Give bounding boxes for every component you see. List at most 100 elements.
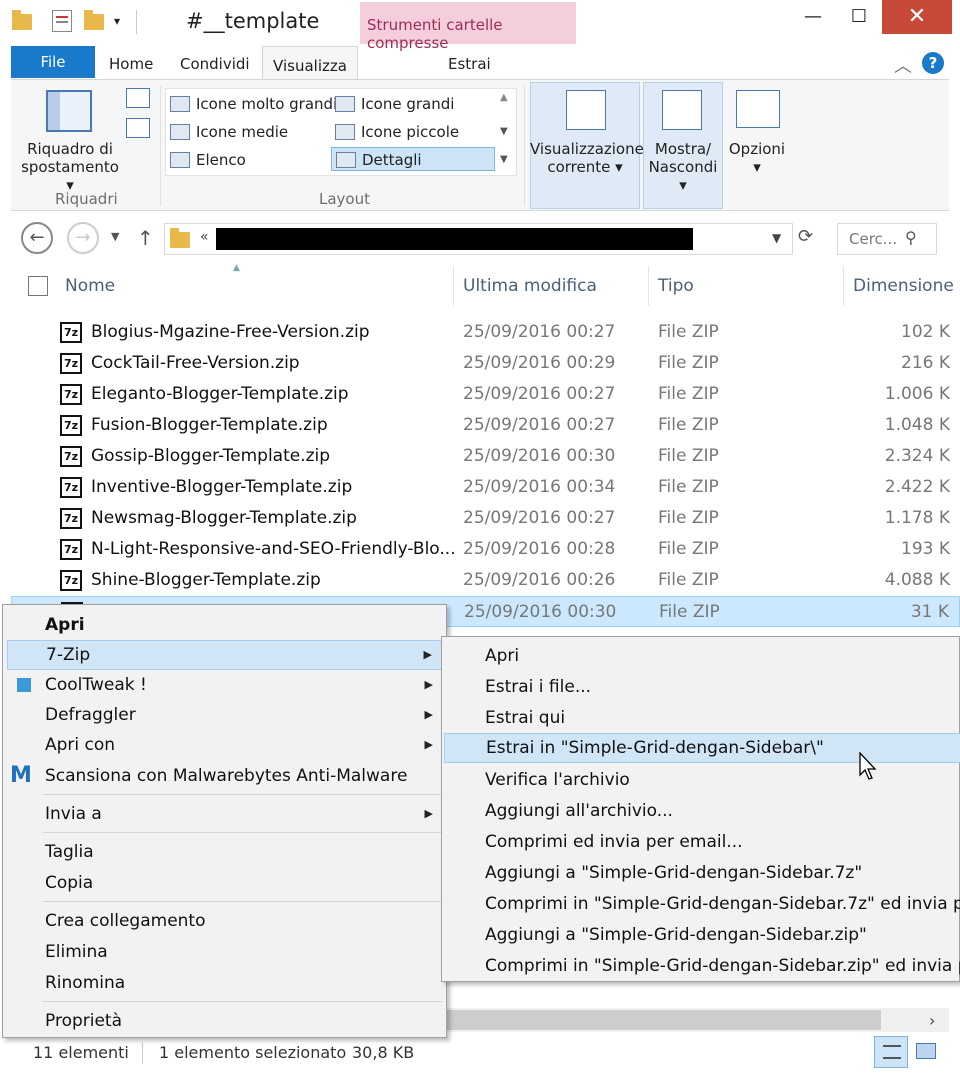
collapse-ribbon-icon[interactable]: ︿ (894, 52, 912, 78)
submenu-extract-files[interactable]: Estrai i file... (444, 672, 960, 702)
select-all-checkbox[interactable] (28, 276, 48, 296)
column-type[interactable]: Tipo (658, 276, 694, 296)
address-dropdown-icon[interactable]: ▼ (772, 231, 781, 245)
menu-item-defraggler[interactable]: Defraggler ▶ (7, 700, 443, 730)
menu-item-copy[interactable]: Copia (7, 868, 443, 898)
layout-details[interactable]: Dettagli (331, 147, 495, 171)
submenu-add-to-7z[interactable]: Aggiungi a "Simple-Grid-dengan-Sidebar.7… (444, 858, 960, 888)
file-row[interactable]: 7z Shine-Blogger-Template.zip 25/09/2016 0… (11, 565, 960, 596)
menu-item-malwarebytes[interactable]: M Scansiona con Malwarebytes Anti-Malwar… (7, 761, 443, 791)
group-panes-label: Riquadri (55, 190, 118, 208)
preview-pane-icon[interactable] (126, 88, 150, 108)
column-divider[interactable] (843, 266, 844, 306)
submenu-arrow-icon: ▶ (424, 807, 433, 820)
medium-icons-icon (170, 124, 190, 140)
submenu-add-to-zip[interactable]: Aggiungi a "Simple-Grid-dengan-Sidebar.z… (444, 920, 960, 950)
scroll-right-icon[interactable]: › (929, 1011, 935, 1030)
navigation-pane-icon[interactable] (46, 90, 92, 132)
tab-file[interactable]: File (11, 46, 95, 78)
menu-item-open-with[interactable]: Apri con ▶ (7, 730, 443, 760)
selected-count: 1 elemento selezionato (159, 1043, 347, 1062)
layout-small-icons[interactable]: Icone piccole (331, 120, 459, 144)
menu-separator (43, 901, 443, 902)
properties-icon[interactable] (52, 10, 72, 32)
help-icon[interactable]: ? (922, 52, 944, 74)
menu-item-cooltweak[interactable]: CoolTweak ! ▶ (7, 670, 443, 700)
file-row[interactable]: 7z Blogius-Mgazine-Free-Version.zip 25/09/… (11, 317, 960, 348)
search-input[interactable]: Cerc... (837, 223, 937, 255)
zip-file-icon: 7z (60, 539, 82, 560)
folder-icon[interactable] (12, 10, 32, 30)
column-size[interactable]: Dimensione (853, 276, 954, 296)
submenu-arrow-icon: ▶ (423, 648, 432, 661)
layout-list[interactable]: Elenco (166, 148, 246, 172)
close-button[interactable]: ✕ (882, 0, 952, 34)
submenu-compress-7z-email[interactable]: Comprimi in "Simple-Grid-dengan-Sidebar.… (444, 889, 960, 919)
layout-medium-icons[interactable]: Icone medie (166, 120, 288, 144)
column-divider[interactable] (648, 266, 649, 306)
details-view-button[interactable] (874, 1036, 908, 1068)
file-date: 25/09/2016 00:27 (463, 508, 616, 528)
submenu-extract-here[interactable]: Estrai qui (444, 703, 960, 733)
tab-extract[interactable]: Estrai (448, 55, 491, 73)
forward-button[interactable]: → (67, 222, 99, 254)
submenu-compress-email[interactable]: Comprimi ed invia per email... (444, 827, 960, 857)
menu-item-cut[interactable]: Taglia (7, 837, 443, 867)
file-name: CockTail-Free-Version.zip (91, 353, 300, 373)
maximize-button[interactable]: ☐ (836, 0, 882, 34)
file-row[interactable]: 7z N-Light-Responsive-and-SEO-Friendly-Bl… (11, 534, 960, 565)
column-divider[interactable] (453, 266, 454, 306)
tab-view[interactable]: Visualizza (262, 46, 358, 80)
column-name[interactable]: Nome (65, 276, 115, 296)
7zip-submenu: Apri Estrai i file... Estrai qui Estrai … (441, 636, 960, 982)
column-modified[interactable]: Ultima modifica (463, 276, 597, 296)
file-row[interactable]: 7z Gossip-Blogger-Template.zip 25/09/2016 … (11, 441, 960, 472)
search-icon[interactable]: ⚲ (905, 228, 917, 247)
minimize-button[interactable]: — (790, 0, 836, 34)
menu-item-7zip[interactable]: 7-Zip ▶ (7, 640, 443, 670)
file-row[interactable]: 7z Eleganto-Blogger-Template.zip 25/09/201… (11, 379, 960, 410)
file-row[interactable]: 7z Inventive-Blogger-Template.zip 25/09/20… (11, 472, 960, 503)
refresh-icon[interactable]: ⟳ (798, 226, 813, 247)
submenu-add-to-archive[interactable]: Aggiungi all'archivio... (444, 796, 960, 826)
menu-item-delete[interactable]: Elimina (7, 937, 443, 967)
tab-home[interactable]: Home (109, 55, 153, 73)
layout-large-icons[interactable]: Icone grandi (331, 92, 454, 116)
new-folder-icon[interactable] (84, 10, 104, 30)
file-row[interactable]: 7z Fusion-Blogger-Template.zip 25/09/2016 … (11, 410, 960, 441)
address-prefix[interactable]: « (200, 229, 209, 245)
file-name: N-Light-Responsive-and-SEO-Friendly-Blo.… (91, 539, 456, 559)
submenu-compress-zip-email[interactable]: Comprimi in "Simple-Grid-dengan-Sidebar.… (444, 951, 960, 981)
up-button[interactable]: ↑ (137, 226, 154, 250)
navigation-pane-button[interactable]: Riquadro di spostamento ▾ (18, 140, 122, 194)
submenu-open[interactable]: Apri (444, 641, 960, 671)
details-pane-icon[interactable] (126, 118, 150, 138)
nav-pane-label-1: Riquadro di (27, 140, 113, 158)
menu-item-create-shortcut[interactable]: Crea collegamento (7, 906, 443, 936)
file-row[interactable]: 7z Newsmag-Blogger-Template.zip 25/09/2016… (11, 503, 960, 534)
menu-item-properties[interactable]: Proprietà (7, 1006, 443, 1036)
ribbon-separator (160, 86, 161, 206)
menu-item-open[interactable]: Apri (7, 610, 443, 640)
layout-extra-large-icons[interactable]: Icone molto grandi (166, 92, 337, 116)
options-icon[interactable] (736, 90, 780, 128)
back-button[interactable]: ← (21, 222, 53, 254)
menu-item-rename[interactable]: Rinomina (7, 968, 443, 998)
submenu-test-archive[interactable]: Verifica l'archivio (444, 765, 960, 795)
recent-locations-icon[interactable]: ▼ (111, 230, 119, 243)
submenu-extract-to-folder[interactable]: Estrai in "Simple-Grid-dengan-Sidebar\" (444, 733, 960, 763)
file-type: File ZIP (658, 353, 719, 373)
tab-share[interactable]: Condividi (180, 55, 250, 73)
gallery-scroll-up-icon[interactable]: ▲ (500, 92, 508, 103)
details-view-icon (883, 1045, 901, 1059)
gallery-expand-icon[interactable]: ▼ (500, 154, 508, 165)
quick-access-dropdown-icon[interactable]: ▾ (114, 14, 120, 28)
file-name: Shine-Blogger-Template.zip (91, 570, 321, 590)
options-button[interactable]: Opzioni ▾ (724, 140, 790, 176)
menu-separator (43, 794, 443, 795)
large-icons-view-button[interactable] (910, 1036, 944, 1068)
gallery-scroll-down-icon[interactable]: ▼ (500, 126, 508, 137)
menu-item-send-to[interactable]: Invia a ▶ (7, 799, 443, 829)
file-row[interactable]: 7z CockTail-Free-Version.zip 25/09/2016 00… (11, 348, 960, 379)
sort-asc-icon: ▲ (233, 263, 240, 273)
